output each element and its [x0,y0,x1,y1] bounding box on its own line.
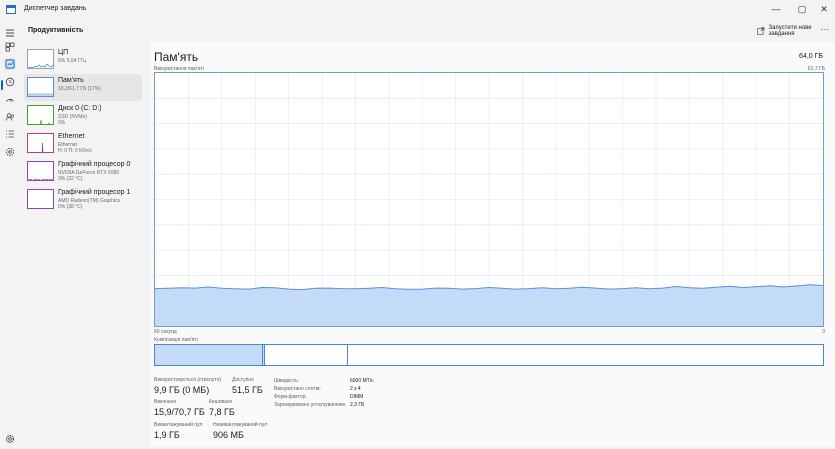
committed-label: Виконано [154,399,177,405]
graph-time-start-label: 60 секунд [154,329,177,335]
settings-icon[interactable] [4,433,16,445]
memory-usage-graph [154,72,824,327]
resource-card-gpu-1[interactable]: Графічний процесор 1 AMD Radeon(TM) Grap… [24,186,142,213]
resource-card-disk-0[interactable]: Диск 0 (C: D:) SSD (NVMe) 0% [24,102,142,129]
users-icon[interactable] [4,111,16,123]
maximize-button[interactable]: ▢ [791,2,813,17]
resource-card-subtitle: SSD (NVMe) 0% [58,114,87,126]
resource-card-cpu[interactable]: ЦП 6% 5,04 ГГц [24,46,142,73]
resource-card-memory[interactable]: Пам'ять 10,2/61,7 ГБ (17%) [24,74,142,101]
cached-label: Кешовано [209,399,233,405]
page-title: Продуктивність [28,27,84,34]
active-indicator [1,80,3,90]
more-options-button[interactable]: ··· [818,25,832,37]
paged-pool-value: 1,9 ГБ [154,430,180,440]
cpu-thumbnail-graph [27,49,54,69]
spec-form-factor-value: DIMM [350,394,364,400]
memory-total: 64,0 ГБ [799,53,823,60]
spec-slots-value: 2 з 4 [350,386,361,392]
window-title: Диспетчер завдань [24,5,87,12]
spec-form-factor-label: Форм-фактор: [274,394,307,400]
in-use-value: 9,9 ГБ (0 МБ) [154,385,210,395]
disk-thumbnail-graph [27,105,54,125]
resource-card-title: Графічний процесор 1 [58,189,131,196]
memory-thumbnail-graph [27,77,54,97]
composition-in-use-segment [155,345,263,365]
spec-slots-label: Використано слотів: [274,386,321,392]
spec-reserved-value: 2,3 ГБ [350,402,365,408]
available-label: Доступно [232,377,254,383]
resource-card-title: ЦП [58,49,69,56]
gpu-1-thumbnail-graph [27,189,54,209]
resource-card-subtitle: 10,2/61,7 ГБ (17%) [58,86,101,92]
gpu-0-thumbnail-graph [27,161,54,181]
available-value: 51,5 ГБ [232,385,263,395]
processes-icon[interactable] [4,41,16,53]
nonpaged-pool-value: 906 МБ [213,430,244,440]
memory-detail-panel: Пам'ять 64,0 ГБ Використання пам'яті 61,… [150,42,835,447]
resource-card-subtitle: NVIDIA GeForce RTX 5080 3% (32 °C) [58,170,120,182]
resource-card-title: Диск 0 (C: D:) [58,105,102,112]
resource-card-subtitle: 6% 5,04 ГГц [58,58,87,64]
details-icon[interactable] [4,128,16,140]
composition-standby-segment [265,345,348,365]
resource-card-title: Графічний процесор 0 [58,161,131,168]
committed-value: 15,9/70,7 ГБ [154,407,205,417]
nonpaged-pool-label: Невивантажуваний пул [213,422,268,428]
resource-card-ethernet[interactable]: Ethernet Ethernet Н: 0 П: 0 Кбіт/с [24,130,142,157]
new-task-icon [757,27,765,35]
resource-list: ЦП 6% 5,04 ГГц Пам'ять 10,2/61,7 ГБ (17%… [24,42,144,447]
memory-title: Пам'ять [154,50,199,64]
spec-speed-value: 6000 МТ/с [350,378,374,384]
graph-time-end-label: 0 [822,329,825,335]
spec-reserved-label: Зарезервовано устаткуванням: [274,402,347,408]
cached-value: 7,8 ГБ [209,407,235,417]
hamburger-menu-icon[interactable] [4,27,16,39]
memory-composition-bar [154,344,824,366]
resource-card-gpu-0[interactable]: Графічний процесор 0 NVIDIA GeForce RTX … [24,158,142,185]
close-button[interactable]: ✕ [813,2,835,17]
resource-card-subtitle: Ethernet Н: 0 П: 0 Кбіт/с [58,142,93,154]
page-header: Продуктивність Запустити нове завдання ·… [20,20,835,42]
resource-card-title: Пам'ять [58,77,84,84]
in-use-label: Використовується (стиснуто) [154,377,222,383]
task-manager-app-icon [6,5,16,14]
spec-speed-label: Швидкість: [274,378,300,384]
memory-composition-label: Композиція пам'яті [154,337,198,343]
services-icon[interactable] [4,146,16,158]
ethernet-thumbnail-graph [27,133,54,153]
startup-apps-icon[interactable] [4,94,16,106]
minimize-button[interactable]: — [765,2,787,17]
resource-card-subtitle: AMD Radeon(TM) Graphics 0% (38 °C) [58,198,120,210]
navigation-rail [0,20,20,449]
paged-pool-label: Вивантажуваний пул [154,422,203,428]
resource-card-title: Ethernet [58,133,85,140]
app-history-icon[interactable] [4,76,16,88]
performance-icon[interactable] [4,58,16,70]
memory-usage-chart [154,73,824,326]
memory-usage-area [155,284,823,326]
title-bar: Диспетчер завдань — ▢ ✕ [0,0,835,20]
